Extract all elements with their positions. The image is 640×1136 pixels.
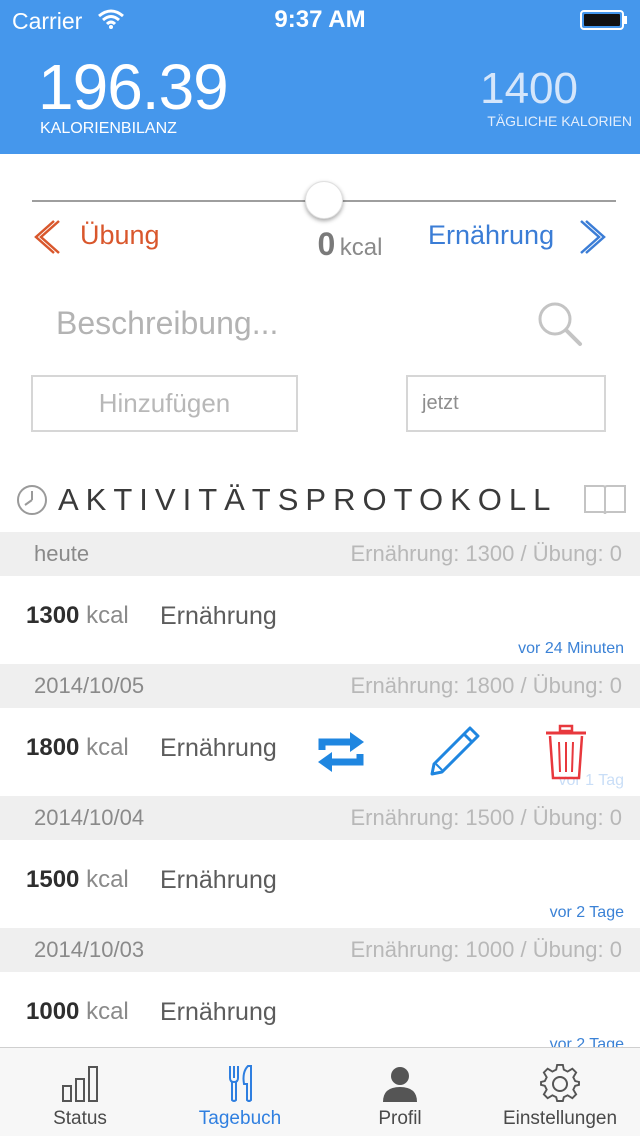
exercise-mode-label[interactable]: Übung (80, 220, 160, 251)
kcal-value: 0 (317, 226, 336, 262)
clock-icon (17, 485, 47, 515)
activity-log-list[interactable]: heute Ernährung: 1300 / Übung: 0 1300 kc… (0, 532, 640, 1047)
day-section-header: 2014/10/03 Ernährung: 1000 / Übung: 0 (0, 928, 640, 972)
entry-kcal: 1800 kcal (26, 734, 129, 762)
section-date: 2014/10/04 (34, 805, 145, 830)
section-summary: Ernährung: 1300 / Übung: 0 (350, 541, 622, 566)
entry-kcal-unit: kcal (86, 998, 129, 1025)
kcal-unit: kcal (339, 234, 383, 261)
daily-calories-label: TÄGLICHE KALORIEN (487, 113, 632, 129)
entry-kcal-value: 1800 (26, 734, 80, 761)
activity-log-title: AKTIVITÄTSPROTOKOLL (58, 482, 558, 517)
tab-profile[interactable]: Profil (320, 1048, 480, 1136)
app-screen: Carrier 9:37 AM 196.39 KALORIENBILANZ 14… (0, 0, 640, 1136)
clock-time: 9:37 AM (274, 6, 366, 33)
battery-icon (580, 10, 627, 30)
bar-chart-icon (62, 1066, 98, 1102)
day-section-header: 2014/10/05 Ernährung: 1800 / Übung: 0 (0, 664, 640, 708)
log-entry-row[interactable]: 1300 kcal Ernährung vor 24 Minuten (0, 576, 640, 664)
section-summary: Ernährung: 1500 / Übung: 0 (350, 805, 622, 830)
day-section-header: 2014/10/04 Ernährung: 1500 / Übung: 0 (0, 796, 640, 840)
entry-type: Ernährung (160, 602, 277, 630)
tab-status[interactable]: Status (0, 1048, 160, 1136)
section-date: 2014/10/03 (34, 937, 145, 962)
tab-bar: Status Tagebuch Profil Einstellungen (0, 1047, 640, 1136)
person-icon (383, 1067, 417, 1102)
time-field[interactable]: jetzt (406, 375, 606, 432)
kcal-readout: 0 kcal (300, 226, 400, 263)
repeat-icon[interactable] (314, 730, 368, 774)
log-entry-row[interactable]: 1000 kcal Ernährung vor 2 Tage (0, 972, 640, 1047)
header-bar: Carrier 9:37 AM 196.39 KALORIENBILANZ 14… (0, 0, 640, 154)
daily-calories-value: 1400 (480, 64, 578, 113)
gear-icon (540, 1064, 580, 1102)
entry-kcal-value: 1500 (26, 866, 80, 893)
entry-kcal: 1300 kcal (26, 602, 129, 630)
book-icon[interactable] (583, 484, 627, 516)
calorie-balance-label: KALORIENBILANZ (40, 120, 177, 137)
trash-icon[interactable] (544, 724, 588, 780)
tab-diary[interactable]: Tagebuch (160, 1048, 320, 1136)
section-date: heute (34, 541, 90, 566)
chevron-left-icon[interactable] (30, 218, 60, 256)
tab-settings[interactable]: Einstellungen (480, 1048, 640, 1136)
section-date: 2014/10/05 (34, 673, 145, 698)
tab-status-label: Status (53, 1108, 107, 1129)
tab-settings-label: Einstellungen (502, 1108, 618, 1129)
calorie-slider-thumb[interactable] (305, 181, 343, 219)
section-summary: Ernährung: 1000 / Übung: 0 (350, 937, 622, 962)
add-button[interactable]: Hinzufügen (31, 375, 298, 432)
entry-time-ago: vor 2 Tage (549, 904, 624, 921)
edit-pencil-icon[interactable] (426, 724, 482, 780)
tab-diary-label: Tagebuch (198, 1108, 282, 1129)
fork-knife-icon (229, 1065, 252, 1102)
tab-profile-label: Profil (378, 1108, 422, 1129)
nutrition-mode-label[interactable]: Ernährung (428, 220, 554, 251)
chevron-right-icon[interactable] (580, 218, 610, 256)
entry-kcal-unit: kcal (86, 734, 129, 761)
search-icon[interactable] (534, 298, 584, 348)
entry-kcal: 1500 kcal (26, 866, 129, 894)
entry-time-ago: vor 24 Minuten (518, 640, 624, 657)
entry-type: Ernährung (160, 998, 277, 1026)
entry-kcal: 1000 kcal (26, 998, 129, 1026)
day-section-header: heute Ernährung: 1300 / Übung: 0 (0, 532, 640, 576)
entry-type: Ernährung (160, 866, 277, 894)
entry-type: Ernährung (160, 734, 277, 762)
section-summary: Ernährung: 1800 / Übung: 0 (350, 673, 622, 698)
entry-kcal-value: 1000 (26, 998, 80, 1025)
entry-kcal-unit: kcal (86, 602, 129, 629)
log-entry-row[interactable]: 1500 kcal Ernährung vor 2 Tage (0, 840, 640, 928)
entry-kcal-unit: kcal (86, 866, 129, 893)
entry-time-ago: vor 2 Tage (549, 1036, 624, 1047)
entry-kcal-value: 1300 (26, 602, 80, 629)
description-input[interactable] (56, 300, 496, 346)
status-bar: Carrier 9:37 AM (0, 0, 640, 40)
calorie-balance-value: 196.39 (38, 51, 229, 123)
log-entry-row[interactable]: 1800 kcal Ernährung vor 1 Tag (0, 708, 640, 796)
